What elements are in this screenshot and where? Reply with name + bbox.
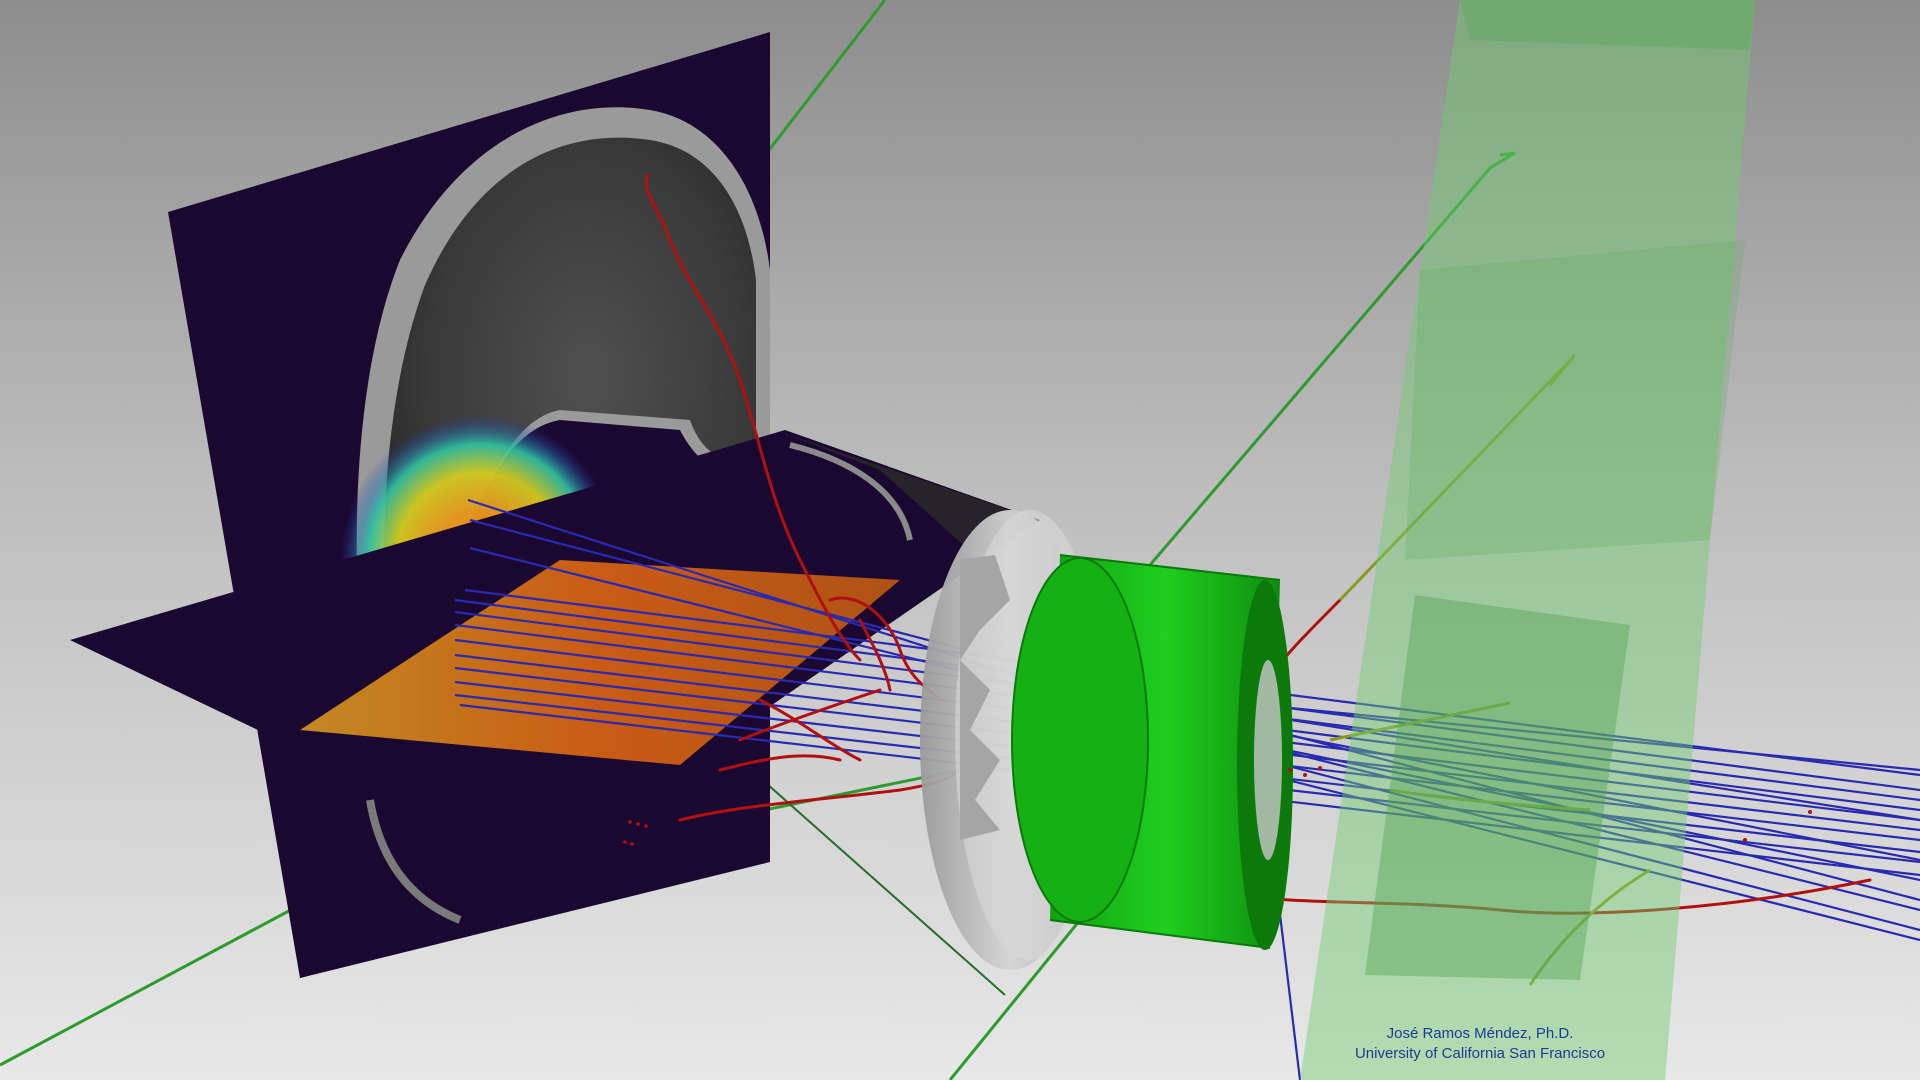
author-affiliation: University of California San Francisco: [1354, 1045, 1606, 1062]
author-name: José Ramos Méndez, Ph.D.: [1386, 1025, 1574, 1042]
aperture-cylinder: [1011, 554, 1293, 950]
simulation-render: [0, 0, 1920, 1080]
author-credit: José Ramos Méndez, Ph.D. University of C…: [1260, 1024, 1700, 1064]
